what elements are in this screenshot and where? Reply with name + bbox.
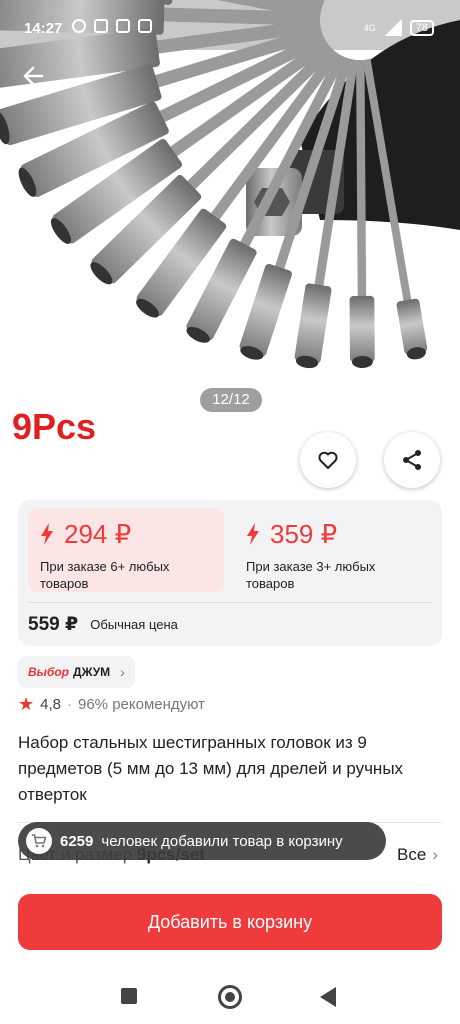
tier-condition: При заказе 6+ любых товаров: [40, 559, 170, 591]
notification-icons: [72, 19, 152, 33]
heart-icon: [318, 451, 338, 469]
battery-level: 78: [409, 20, 434, 36]
tier-price-value: 294 ₽: [64, 518, 132, 549]
divider: [28, 602, 432, 603]
recommend-text: 96% рекомендуют: [78, 695, 205, 713]
signal-icon: [383, 20, 402, 36]
product-title: Набор стальных шестигранных головок из 9…: [18, 733, 404, 804]
brand-name: ДЖУМ: [73, 665, 111, 679]
share-icon: [403, 450, 421, 470]
separator-dot: ·: [67, 695, 72, 713]
variant-all-button[interactable]: Все ›: [397, 845, 438, 865]
cart-icon: [26, 828, 52, 854]
tier-condition: При заказе 3+ любых товаров: [246, 559, 376, 591]
add-to-cart-button[interactable]: Добавить в корзину: [18, 894, 442, 950]
status-right: 4G 78: [364, 20, 434, 36]
back-icon[interactable]: [320, 987, 336, 1007]
promo-label: 9Pcs: [12, 406, 97, 447]
price-tier-3[interactable]: 359 ₽ При заказе 3+ любых товаров: [234, 508, 434, 592]
tier-price-value: 359 ₽: [270, 518, 338, 549]
regular-price-label: Обычная цена: [90, 617, 178, 632]
alarm-icon: [72, 19, 86, 33]
recent-apps-icon[interactable]: [121, 988, 137, 1004]
lightning-icon: [41, 523, 53, 545]
network-type: 4G: [363, 22, 376, 33]
cart-toast: 6259 человек добавили товар в корзину: [18, 822, 386, 860]
star-icon: ★: [18, 693, 35, 714]
toast-count: 6259: [60, 832, 94, 850]
price-card: 294 ₽ При заказе 6+ любых товаров 359 ₽ …: [18, 500, 442, 646]
price-tier-6[interactable]: 294 ₽ При заказе 6+ любых товаров: [28, 508, 224, 592]
share-button[interactable]: [384, 432, 440, 488]
regular-price: 559 ₽ Обычная цена: [28, 613, 178, 636]
rating-row[interactable]: ★ 4,8 · 96% рекомендуют: [18, 694, 205, 714]
tier-price: 359 ₽: [246, 518, 422, 550]
box-icon: [138, 19, 152, 33]
regular-price-value: 559 ₽: [28, 614, 79, 635]
status-time: 14:27: [24, 20, 63, 37]
system-nav-bar: [0, 970, 460, 1024]
chevron-right-icon: ›: [120, 664, 125, 680]
variant-all-label: Все: [397, 845, 427, 864]
image-counter: 12/12: [200, 388, 262, 412]
tier-price: 294 ₽: [40, 518, 212, 550]
mail-icon: [116, 19, 130, 33]
toast-text: человек добавили товар в корзину: [101, 832, 343, 850]
tiktok-icon: [94, 19, 108, 33]
home-icon[interactable]: [218, 985, 242, 1009]
rating-score: 4,8: [40, 695, 61, 713]
brand-chip[interactable]: Выбор ДЖУМ ›: [18, 656, 135, 688]
lightning-icon: [247, 523, 259, 545]
status-bar: 14:27 4G 78: [0, 0, 460, 56]
favorite-button[interactable]: [300, 432, 356, 488]
chevron-right-icon: ›: [432, 845, 438, 864]
brand-prefix: Выбор: [28, 665, 70, 679]
back-arrow-icon[interactable]: [20, 62, 48, 90]
